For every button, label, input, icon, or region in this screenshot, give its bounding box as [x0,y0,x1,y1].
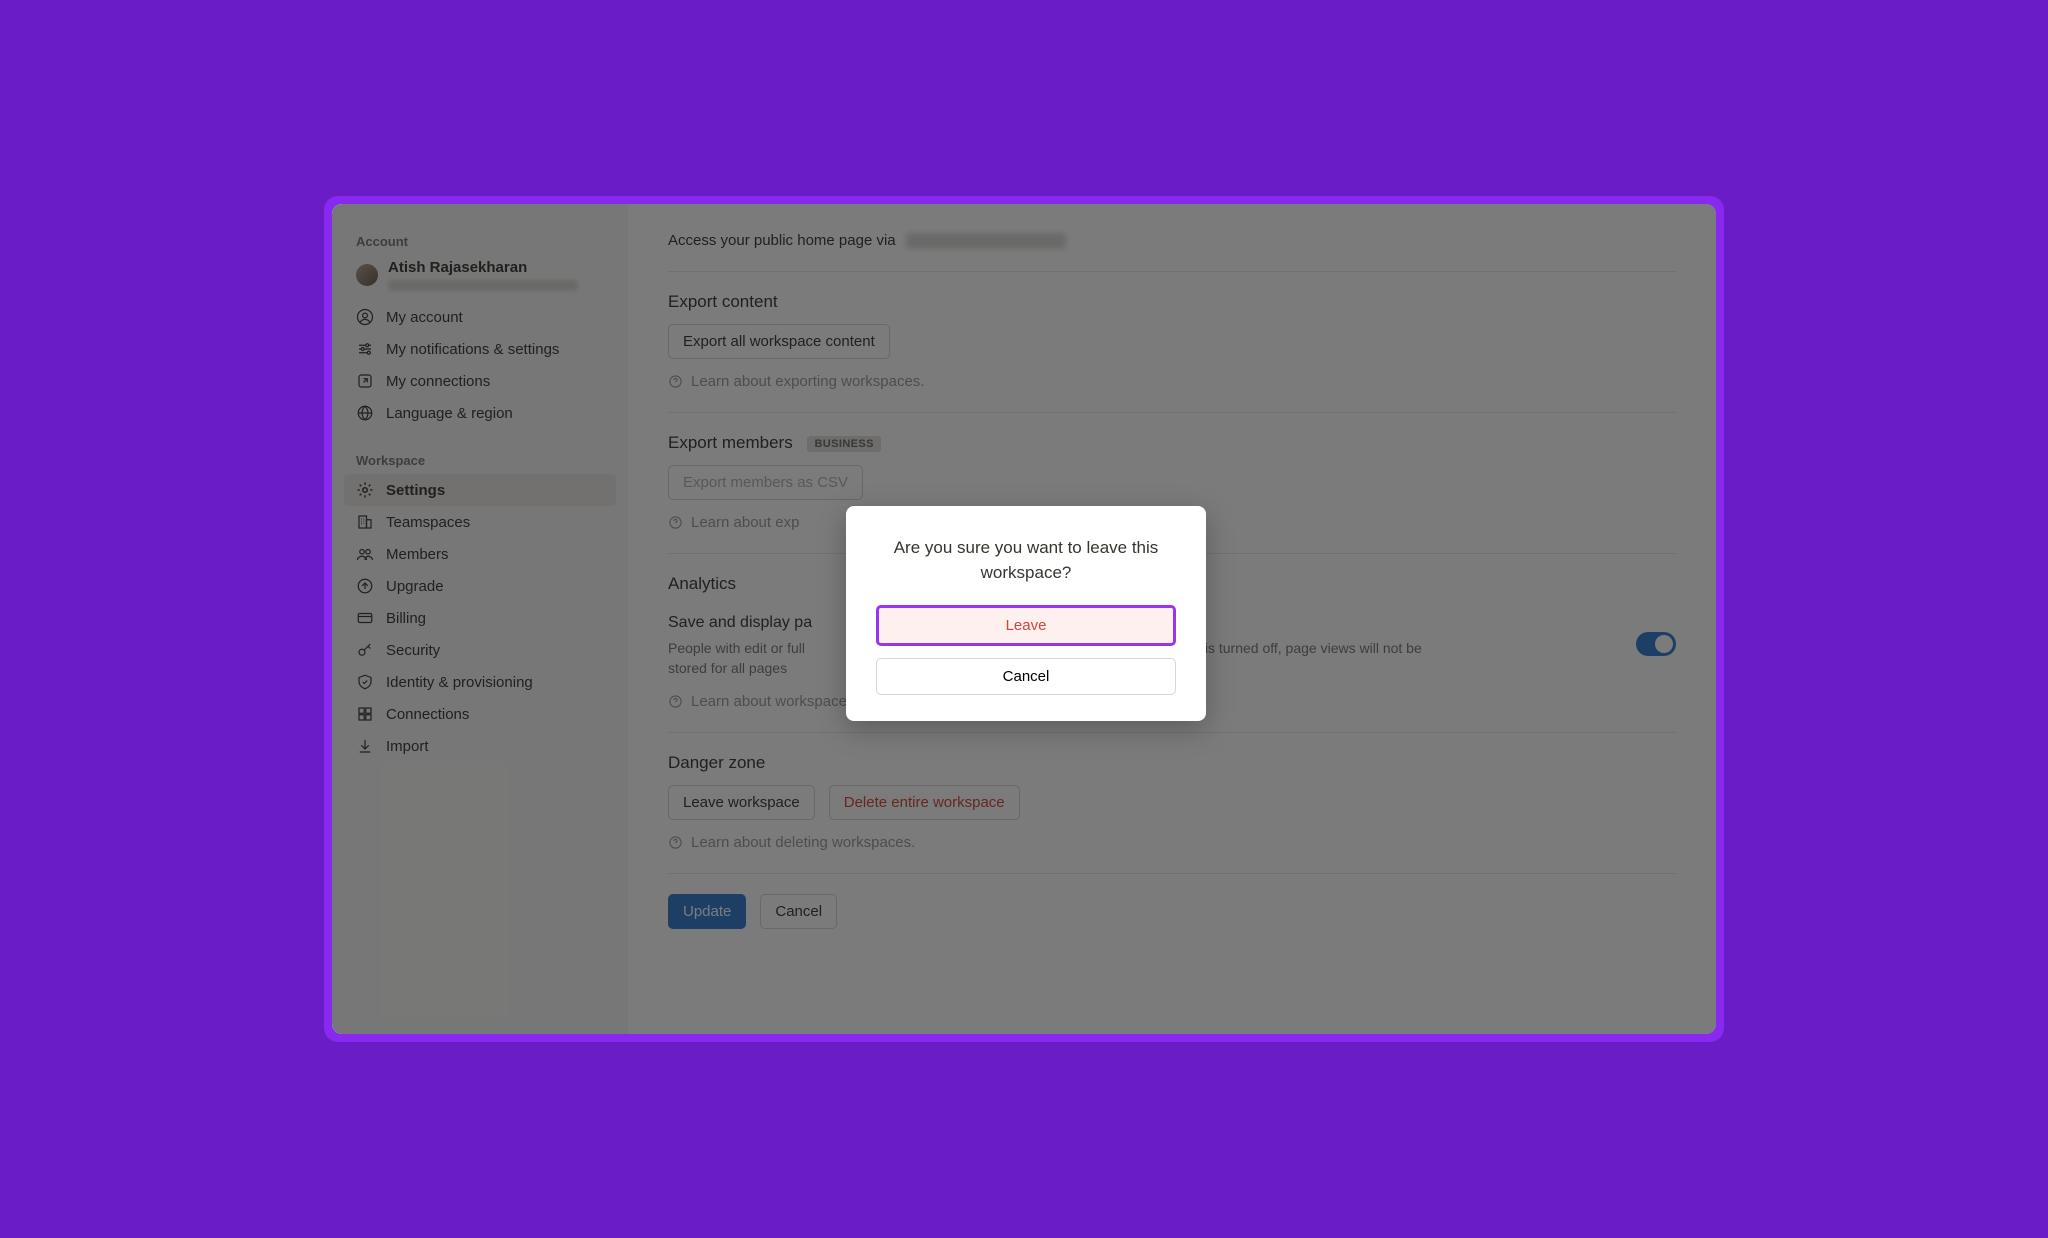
modal-title: Are you sure you want to leave this work… [876,536,1176,585]
leave-workspace-modal: Are you sure you want to leave this work… [846,506,1206,721]
modal-leave-button[interactable]: Leave [876,605,1176,646]
modal-overlay[interactable]: Are you sure you want to leave this work… [332,204,1716,1034]
modal-cancel-button[interactable]: Cancel [876,658,1176,695]
